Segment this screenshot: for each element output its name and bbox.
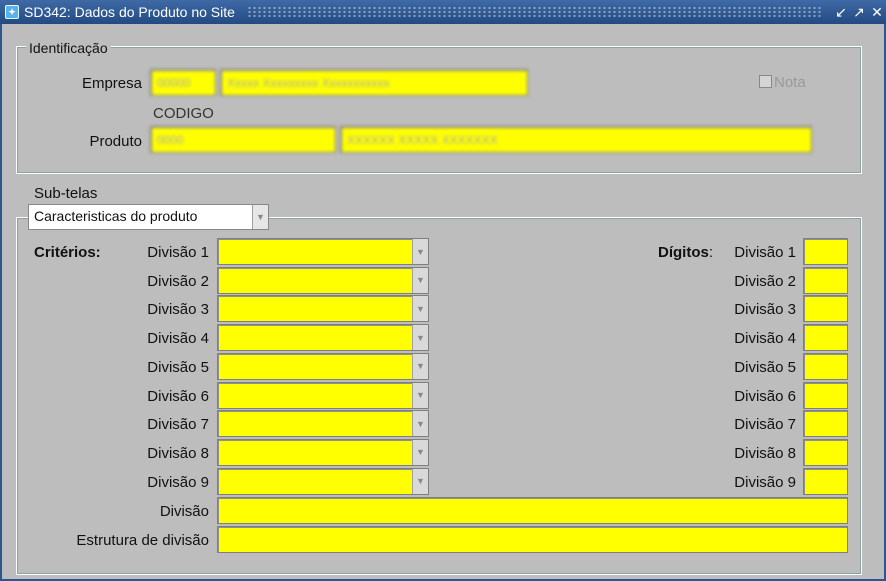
digito-label-1: Divisão 1 <box>734 244 796 261</box>
identificacao-legend: Identificação <box>26 40 111 56</box>
produto-code-field[interactable]: 0000 <box>150 126 336 153</box>
codigo-header: CODIGO <box>153 105 214 122</box>
digito-label-9: Divisão 9 <box>734 473 796 491</box>
criterio-dropdown-button-5[interactable]: ▼ <box>412 353 428 379</box>
empresa-name-field[interactable]: Xxxxx Xxxxxxxxx Xxxxxxxxxxx <box>220 69 528 96</box>
digito-label-6: Divisão 6 <box>734 387 796 405</box>
chevron-down-icon: ▼ <box>416 275 425 286</box>
digito-field-4[interactable] <box>803 324 848 352</box>
title-bar[interactable]: ✦ SD342: Dados do Produto no Site ↙ ↗ ✕ <box>0 0 886 24</box>
empresa-code-field[interactable]: 00000 <box>150 69 216 96</box>
chevron-down-icon: ▼ <box>416 447 425 458</box>
criterio-combo-8[interactable]: ▼ <box>217 438 429 466</box>
identificacao-group <box>16 46 862 174</box>
chevron-down-icon: ▼ <box>416 303 425 314</box>
digitos-colon: : <box>708 244 714 261</box>
criterio-label-8: Divisão 8 <box>147 444 209 462</box>
chevron-down-icon: ▼ <box>416 390 425 400</box>
subtelas-label: Sub-telas <box>34 185 98 202</box>
criterios-label: Critérios: <box>34 244 101 261</box>
subtelas-select[interactable]: Caracteristicas do produto ▼ <box>28 204 269 230</box>
criterio-dropdown-button-8[interactable]: ▼ <box>412 439 428 465</box>
digito-field-3[interactable] <box>803 295 848 323</box>
digito-label-8: Divisão 8 <box>734 444 796 462</box>
digito-label-2: Divisão 2 <box>734 272 796 290</box>
subtelas-selected-value: Caracteristicas do produto <box>34 208 198 224</box>
chevron-down-icon: ▼ <box>256 212 265 222</box>
produto-name-field[interactable]: XXXXXX XXXXX XXXXXXX <box>340 126 812 153</box>
window-title: SD342: Dados do Produto no Site <box>24 4 235 20</box>
criterio-combo-6[interactable]: ▼ <box>217 381 429 409</box>
divisao-label: Divisão <box>159 503 209 520</box>
maximize-icon[interactable]: ↗ <box>850 4 868 21</box>
criterio-combo-3[interactable]: ▼ <box>217 295 429 323</box>
digitos-label: Dígitos <box>658 244 709 261</box>
criterio-combo-4[interactable]: ▼ <box>217 324 429 352</box>
chevron-down-icon: ▼ <box>416 361 425 372</box>
digito-label-3: Divisão 3 <box>734 301 796 319</box>
criterio-dropdown-button-3[interactable]: ▼ <box>412 296 428 322</box>
divisao-field[interactable] <box>217 497 848 524</box>
chevron-down-icon: ▼ <box>416 476 425 487</box>
subtelas-dropdown-button[interactable]: ▼ <box>252 205 268 229</box>
digito-field-1[interactable] <box>803 238 848 265</box>
criterio-label-7: Divisão 7 <box>147 416 209 434</box>
close-icon[interactable]: ✕ <box>868 4 886 21</box>
criterio-dropdown-button-2[interactable]: ▼ <box>412 267 428 293</box>
criterio-label-3: Divisão 3 <box>147 301 209 319</box>
empresa-label: Empresa <box>81 75 142 92</box>
criterio-dropdown-button-7[interactable]: ▼ <box>412 411 428 437</box>
criterio-label-5: Divisão 5 <box>147 358 209 376</box>
digitos-heading: Dígitos: <box>658 244 713 261</box>
minimize-icon[interactable]: ↙ <box>832 4 850 21</box>
digito-label-7: Divisão 7 <box>734 416 796 434</box>
digito-label-4: Divisão 4 <box>734 330 796 348</box>
window-body: Identificação Empresa 00000 Xxxxx Xxxxxx… <box>0 24 886 581</box>
digito-field-8[interactable] <box>803 438 848 466</box>
criterio-combo-5[interactable]: ▼ <box>217 352 429 380</box>
criterio-combo-1[interactable]: ▼ <box>217 238 429 265</box>
title-bar-grip <box>246 6 822 18</box>
digito-field-9[interactable] <box>803 467 848 495</box>
nota-checkbox[interactable] <box>759 75 772 88</box>
digito-field-6[interactable] <box>803 381 848 409</box>
criterio-dropdown-button-1[interactable]: ▼ <box>412 239 428 264</box>
criterio-combo-7[interactable]: ▼ <box>217 410 429 438</box>
criterio-combo-9[interactable]: ▼ <box>217 467 429 495</box>
estrutura-field[interactable] <box>217 526 848 553</box>
nota-label: Nota <box>774 74 806 91</box>
criterio-combo-2[interactable]: ▼ <box>217 266 429 294</box>
criterio-dropdown-button-6[interactable]: ▼ <box>412 382 428 408</box>
digito-field-5[interactable] <box>803 352 848 380</box>
app-icon: ✦ <box>5 5 19 19</box>
criterio-label-9: Divisão 9 <box>147 473 209 491</box>
chevron-down-icon: ▼ <box>416 418 425 429</box>
criterio-label-1: Divisão 1 <box>147 244 209 261</box>
chevron-down-icon: ▼ <box>416 246 425 257</box>
digito-field-7[interactable] <box>803 410 848 438</box>
estrutura-label: Estrutura de divisão <box>76 532 209 549</box>
digito-field-2[interactable] <box>803 266 848 294</box>
criterio-label-4: Divisão 4 <box>147 330 209 348</box>
criterio-label-6: Divisão 6 <box>147 387 209 405</box>
criterio-label-2: Divisão 2 <box>147 272 209 290</box>
produto-label: Produto <box>89 133 142 150</box>
digito-label-5: Divisão 5 <box>734 358 796 376</box>
criterio-dropdown-button-9[interactable]: ▼ <box>412 468 428 494</box>
criterio-dropdown-button-4[interactable]: ▼ <box>412 325 428 351</box>
chevron-down-icon: ▼ <box>416 332 425 343</box>
